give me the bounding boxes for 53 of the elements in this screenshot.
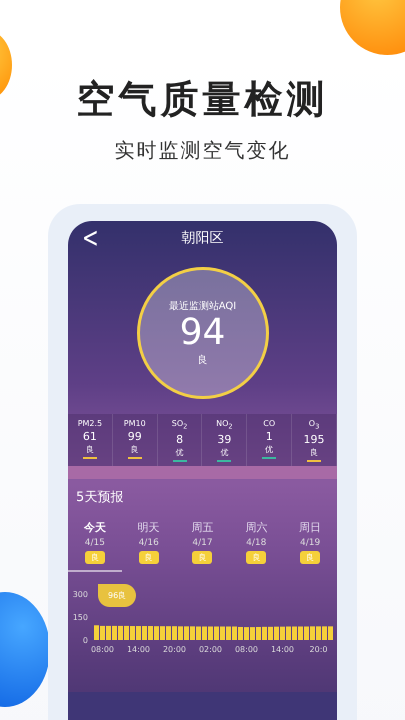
subtitle: 实时监测空气变化 [114,137,290,164]
x-tick-label: 14:00 [270,644,294,654]
day-date: 4/16 [138,538,159,548]
headline: 空气质量检测 [76,76,328,123]
grade-badge: 良 [300,550,320,564]
day-tab[interactable]: 周六 [245,520,268,535]
pollutant-value: 1 [266,430,273,443]
aqi-label: 最近监测站AQI [168,300,236,314]
aqi-grade: 良 [198,354,208,367]
x-tick-label: 08:00 [234,644,258,654]
grade-badge: 良 [138,550,159,564]
pollutant-grade: 优 [220,446,228,458]
tab-indicator [68,570,122,572]
pollutant-name: CO [263,419,276,428]
y-tick-label: 300 [72,590,88,599]
pollutant-name: SO$_{2}$ [172,419,188,431]
x-tick-label: 14:00 [126,644,150,654]
pollutant-name: NO$_{2}$ [216,419,233,431]
pollutant-value: 99 [128,430,142,443]
x-tick-label: 20:00 [162,644,186,654]
day-tab[interactable]: 周五 [191,520,214,535]
value-tooltip: 96良 [98,584,136,607]
day-tab[interactable]: 周日 [299,520,322,535]
grade-badge: 良 [84,550,105,564]
pollutant-name: PM10 [124,419,146,428]
pollutant-value: 39 [217,432,232,446]
pollutant-grade: 良 [86,444,94,455]
grade-badge: 良 [192,550,212,564]
pollutant-name: PM2.5 [78,419,102,428]
pollutant-grade: 良 [130,444,139,455]
day-date: 4/17 [192,538,213,548]
pollutant-value: 61 [82,430,97,443]
aqi-value: 94 [180,313,226,353]
y-tick-label: 150 [72,612,88,622]
pollutant-value: 8 [176,432,184,446]
pollutant-grade: 优 [176,446,184,458]
pollutant-grade: 优 [265,444,274,455]
back-button[interactable]: < [82,221,99,254]
pollutant-name: O$_{3}$ [308,419,320,431]
forecast-title: 5天预报 [75,488,124,506]
day-tab[interactable]: 今天 [84,520,106,535]
x-tick-label: 20:0 [310,644,328,654]
pollutant-value: 195 [304,432,325,446]
y-tick-label: 0 [82,636,88,645]
grade-badge: 良 [246,550,266,564]
x-tick-label: 08:00 [90,644,114,654]
day-tab[interactable]: 明天 [138,520,160,535]
pollutant-grade: 良 [310,446,318,458]
day-date: 4/19 [300,538,320,548]
day-date: 4/15 [84,538,105,548]
x-tick-label: 02:00 [198,644,222,654]
day-date: 4/18 [246,538,266,548]
screen-title: 朝阳区 [182,229,224,247]
